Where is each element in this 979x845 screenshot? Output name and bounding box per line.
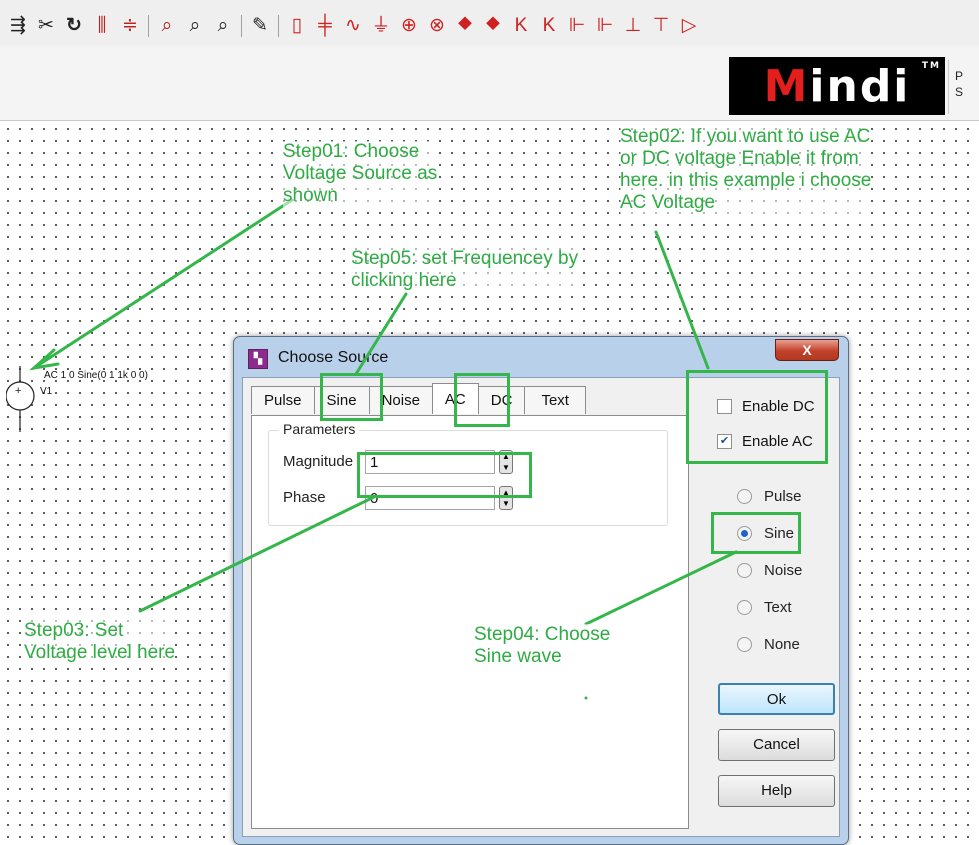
close-button[interactable]: X — [775, 339, 839, 361]
radio-noise[interactable] — [737, 563, 752, 578]
highlight-sine-tab — [320, 373, 383, 421]
ok-button[interactable]: Ok — [718, 683, 835, 715]
jfet-n-icon[interactable]: ⊥ — [621, 14, 645, 38]
toolbar-separator — [241, 15, 242, 37]
toolbar-icons: ⇶ ✂ ↻ ⫼ ≑ ⌕ ⌕ ⌕ ✎ ▯ ╪ ∿ ⏚ ⊕ ⊗ ⯁ ⯁ K K ⊩ … — [6, 12, 701, 40]
source-tabs: Pulse Sine Noise AC DC Text — [251, 383, 586, 416]
highlight-enable-checkboxes — [686, 370, 828, 464]
tab-text[interactable]: Text — [524, 386, 586, 414]
dialog-title: Choose Source — [278, 349, 389, 366]
highlight-ac-tab — [454, 373, 510, 427]
nmos-icon[interactable]: ⊩ — [565, 14, 589, 38]
radio-none[interactable] — [737, 637, 752, 652]
zoom-out-icon[interactable]: ⌕ — [183, 14, 207, 38]
source-value-label: AC 1 0 Sine(0 1 1k 0 0) — [44, 370, 148, 381]
pencil-icon[interactable]: ✎ — [248, 14, 272, 38]
flip-icon[interactable]: ≑ — [118, 14, 142, 38]
cut-icon[interactable]: ✂ — [34, 14, 58, 38]
npn-transistor-icon[interactable]: K — [509, 14, 533, 38]
radio-pulse[interactable] — [737, 489, 752, 504]
voltage-source-symbol[interactable]: + — [6, 366, 36, 434]
logo-trademark: TM — [921, 61, 941, 71]
zener-diode-icon[interactable]: ⯁ — [481, 14, 505, 38]
annotation-step03: Step03: Set Voltage level here — [24, 620, 176, 664]
toolbar: ⇶ ✂ ↻ ⫼ ≑ ⌕ ⌕ ⌕ ✎ ▯ ╪ ∿ ⏚ ⊕ ⊗ ⯁ ⯁ K K ⊩ … — [0, 0, 979, 46]
pmos-icon[interactable]: ⊩ — [593, 14, 617, 38]
ground-icon[interactable]: ⏚ — [369, 14, 393, 38]
opamp-icon[interactable]: ▷ — [677, 14, 701, 38]
toolbar-separator — [278, 15, 279, 37]
highlight-sine-radio — [711, 512, 801, 554]
radio-text-row[interactable]: Text — [737, 599, 792, 616]
source-name-label: V1 — [40, 386, 53, 397]
annotation-step01: Step01: Choose Voltage Source as shown — [283, 141, 438, 207]
svg-text:+: + — [15, 385, 21, 397]
radio-none-label: None — [764, 636, 800, 653]
annotation-step04: Step04: Choose Sine wave — [474, 624, 611, 668]
radio-pulse-label: Pulse — [764, 488, 802, 505]
radio-noise-row[interactable]: Noise — [737, 562, 802, 579]
mirror-icon[interactable]: ⫼ — [90, 14, 114, 38]
annotation-step02: Step02: If you want to use AC or DC volt… — [620, 126, 872, 214]
capacitor-icon[interactable]: ╪ — [313, 14, 337, 38]
jfet-p-icon[interactable]: ⊤ — [649, 14, 673, 38]
radio-none-row[interactable]: None — [737, 636, 800, 653]
radio-pulse-row[interactable]: Pulse — [737, 488, 802, 505]
refresh-icon[interactable]: ↻ — [62, 14, 86, 38]
magnitude-label: Magnitude — [283, 453, 354, 470]
radio-noise-label: Noise — [764, 562, 803, 579]
voltage-source-icon[interactable]: ⊕ — [397, 14, 421, 38]
highlight-magnitude — [357, 452, 532, 498]
zoom-fit-icon[interactable]: ⌕ — [155, 14, 179, 38]
diode-icon[interactable]: ⯁ — [453, 14, 477, 38]
radio-text[interactable] — [737, 600, 752, 615]
radio-text-label: Text — [764, 599, 792, 616]
paste-icon[interactable]: ⇶ — [6, 14, 30, 38]
current-source-icon[interactable]: ⊗ — [425, 14, 449, 38]
pnp-transistor-icon[interactable]: K — [537, 14, 561, 38]
mindi-logo: Mindi TM — [729, 57, 945, 115]
parameters-title: Parameters — [279, 421, 360, 437]
cancel-button[interactable]: Cancel — [718, 729, 835, 761]
wave-icon[interactable]: ∿ — [341, 14, 365, 38]
toolbar-separator — [148, 15, 149, 37]
tab-pulse[interactable]: Pulse — [251, 386, 315, 414]
help-button[interactable]: Help — [718, 775, 835, 807]
resistor-icon[interactable]: ▯ — [285, 14, 309, 38]
annotation-step05: Step05: set Frequencey by clicking here — [351, 248, 579, 292]
zoom-in-icon[interactable]: ⌕ — [211, 14, 235, 38]
logo-side-text: P S — [948, 60, 979, 114]
dialog-app-icon: ▚ — [248, 349, 268, 369]
phase-label: Phase — [283, 489, 326, 506]
